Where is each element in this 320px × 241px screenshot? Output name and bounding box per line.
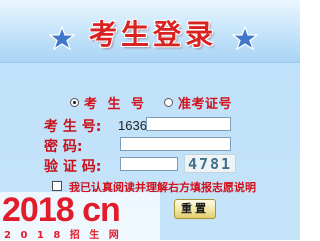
captcha-image[interactable]: 4781 xyxy=(184,154,236,173)
watermark-main-text: 2018 cn xyxy=(2,191,121,229)
star-icon xyxy=(49,26,75,50)
password-label: 密 码: xyxy=(44,139,83,155)
star-icon xyxy=(232,26,258,50)
watermark-sub-text: 2 0 1 8 招 生 网 xyxy=(4,230,122,241)
radio-label: 考 生 号 xyxy=(84,97,148,112)
reset-button[interactable]: 重置 xyxy=(174,199,216,219)
radio-label: 准考证号 xyxy=(178,97,233,112)
captcha-label: 验 证 码: xyxy=(44,159,102,175)
candidate-number-input[interactable] xyxy=(146,117,231,131)
candidate-number-label: 考 生 号: xyxy=(44,119,102,135)
header-band: 考生登录 xyxy=(0,0,300,63)
radio-dot-icon[interactable] xyxy=(164,98,173,107)
page-title: 考生登录 xyxy=(88,18,217,51)
radio-admission-ticket[interactable]: 准考证号 xyxy=(164,93,232,112)
password-input[interactable] xyxy=(120,137,231,151)
radio-candidate-number[interactable]: 考 生 号 xyxy=(70,93,147,112)
login-panel: 考生登录 考 生 号 准考证号 考 生 号: 1636 密 码: 验 证 码: … xyxy=(0,0,300,241)
captcha-input[interactable] xyxy=(120,157,178,171)
radio-dot-checked-icon[interactable] xyxy=(70,98,79,107)
candidate-number-prefix: 1636 xyxy=(118,118,147,133)
site-watermark-logo: 2018 cn 2 0 1 8 招 生 网 xyxy=(0,191,160,241)
agreement-checkbox[interactable] xyxy=(52,181,62,191)
